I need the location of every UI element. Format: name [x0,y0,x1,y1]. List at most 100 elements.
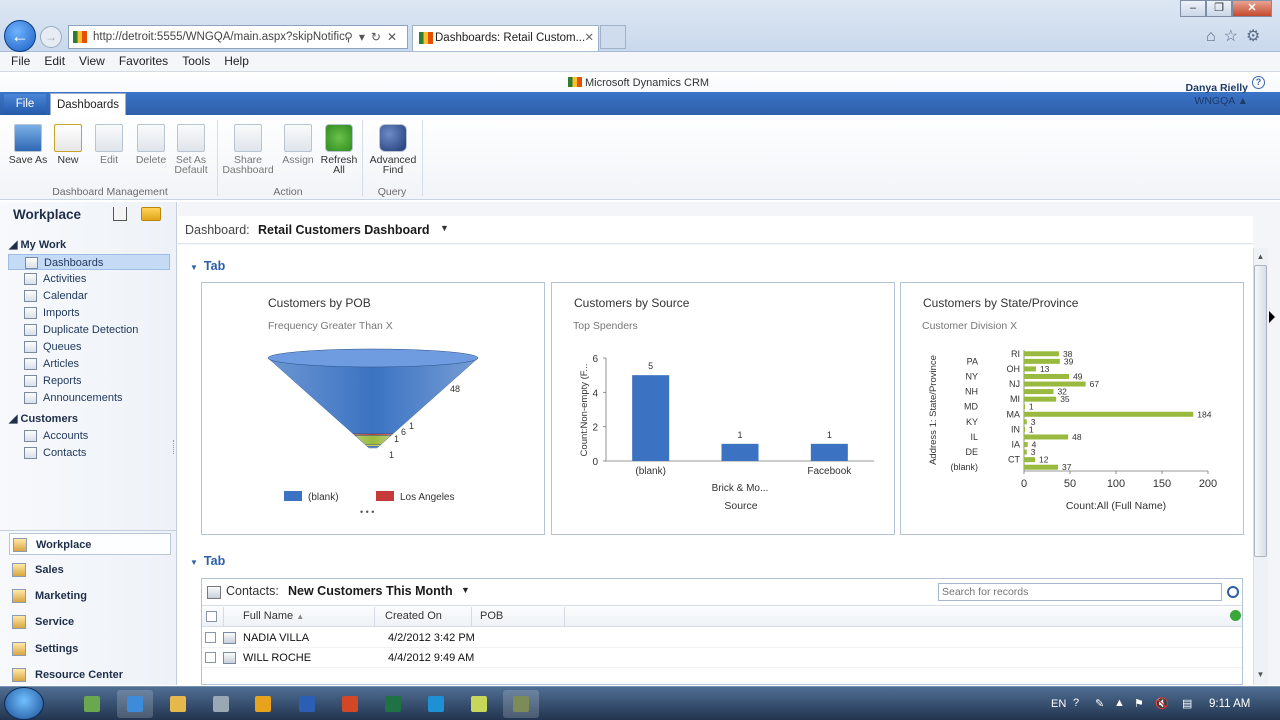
area-marketing[interactable]: Marketing [9,585,171,607]
menu-favorites[interactable]: Favorites [119,54,168,68]
chevron-down-icon[interactable]: ▼ [440,223,449,233]
taskbar-app-button[interactable] [332,690,368,718]
network-icon[interactable]: ▤ [1182,697,1194,710]
nav-item-calendar[interactable]: Calendar [24,288,170,304]
y-axis-label: Count:Non-empty (F... [579,364,590,457]
set-as-default-button[interactable]: Set As Default [170,124,212,175]
start-button-icon[interactable] [4,687,44,720]
nav-item-articles[interactable]: Articles [24,356,170,372]
row-checkbox[interactable] [205,652,216,663]
new-button[interactable]: New [47,124,89,165]
nav-splitter-handle[interactable] [173,440,177,454]
search-input[interactable] [938,583,1222,601]
nav-item-reports[interactable]: Reports [24,373,170,389]
y-tick-label: MD [964,402,978,412]
ribbon-tab-file[interactable]: File [4,94,46,115]
cell-full-name[interactable]: WILL ROCHE [243,652,311,664]
area-workplace[interactable]: Workplace [9,533,171,555]
taskbar-app-button[interactable] [375,690,411,718]
show-hidden-icon[interactable]: ▲ [1114,697,1126,709]
column-created-on[interactable]: Created On [385,610,442,622]
view-selector[interactable]: New Customers This Month [288,584,453,598]
help-icon[interactable]: ? [1252,76,1265,89]
clock[interactable]: 9:11 AM [1209,698,1250,710]
address-controls-icon[interactable]: ⚲▾↻✕ [344,26,403,48]
taskbar-app-button[interactable] [117,690,153,718]
area-settings[interactable]: Settings [9,638,171,660]
favorites-icon[interactable] [141,207,161,221]
taskbar-app-button[interactable] [74,690,110,718]
taskbar-app-button[interactable] [418,690,454,718]
advanced-find-button[interactable]: Advanced Find [367,124,419,175]
column-full-name[interactable]: Full Name ▲ [243,610,304,622]
back-arrow-icon[interactable]: ← [4,20,36,52]
scroll-down-icon[interactable]: ▼ [1254,668,1267,681]
taskbar-app-button[interactable] [461,690,497,718]
assign-button[interactable]: Assign [277,124,319,165]
area-resource-center[interactable]: Resource Center [9,664,171,686]
area-sales[interactable]: Sales [9,559,171,581]
row-checkbox[interactable] [205,632,216,643]
browser-tab-active[interactable]: Dashboards: Retail Custom... ✕ [412,25,599,51]
nav-item-announcements[interactable]: Announcements [24,390,170,406]
nav-item-activities[interactable]: Activities [24,271,170,287]
menu-help[interactable]: Help [224,54,249,68]
taskbar-app-button[interactable] [160,690,196,718]
refresh-all-button[interactable]: Refresh All [318,124,360,175]
help-tray-icon[interactable]: ? [1073,697,1085,709]
menu-edit[interactable]: Edit [44,54,65,68]
minimize-icon[interactable]: – [1180,0,1206,17]
edit-button[interactable]: Edit [88,124,130,165]
contact-record-icon [223,652,236,664]
taskbar-app-button[interactable] [245,690,281,718]
menu-view[interactable]: View [79,54,105,68]
taskbar-app-button[interactable] [203,690,239,718]
delete-button[interactable]: Delete [130,124,172,165]
tab-header-2[interactable]: ▼ Tab [190,554,225,568]
nav-item-contacts[interactable]: Contacts [24,445,170,461]
bar [1024,464,1059,470]
taskbar-app-button[interactable] [503,690,539,718]
taskbar-app-button[interactable] [289,690,325,718]
nav-section-customers[interactable]: ◢ Customers [9,412,78,425]
ribbon-tab-dashboards[interactable]: Dashboards [50,93,126,116]
tab-header-1[interactable]: ▼ Tab [190,259,225,273]
forward-arrow-icon[interactable]: → [40,26,62,48]
home-icon[interactable]: ⌂ [1206,28,1224,45]
table-row[interactable]: NADIA VILLA 4/2/2012 3:42 PM [202,628,1242,648]
volume-muted-icon[interactable]: 🔇 [1155,697,1169,710]
scroll-up-icon[interactable]: ▲ [1254,250,1267,263]
scrollbar-thumb[interactable] [1254,265,1267,557]
save-as-button[interactable]: Save As [7,124,49,165]
address-bar[interactable]: http://detroit:5555/WNGQA/main.aspx?skip… [68,25,408,49]
column-pob[interactable]: POB [480,610,503,622]
search-icon[interactable] [1227,586,1239,598]
notification-tray-icon[interactable]: ✎ [1095,697,1107,710]
nav-item-queues[interactable]: Queues [24,339,170,355]
nav-section-my-work[interactable]: ◢ My Work [9,238,66,251]
new-tab-button[interactable] [600,25,626,49]
nav-item-imports[interactable]: Imports [24,305,170,321]
nav-item-accounts[interactable]: Accounts [24,428,170,444]
area-service[interactable]: Service [9,611,171,633]
home-icon[interactable] [113,207,127,221]
refresh-list-icon[interactable] [1230,610,1241,621]
menu-file[interactable]: File [11,54,30,68]
nav-item-dashboards[interactable]: Dashboards [8,254,170,270]
dashboard-selector[interactable]: Retail Customers Dashboard [258,223,430,237]
menu-tools[interactable]: Tools [182,54,210,68]
language-indicator[interactable]: EN [1051,698,1066,710]
cell-full-name[interactable]: NADIA VILLA [243,632,309,644]
y-tick-label: IL [970,432,978,442]
gear-icon[interactable]: ⚙ [1246,28,1268,45]
table-row[interactable]: WILL ROCHE 4/4/2012 9:49 AM [202,648,1242,668]
close-tab-icon[interactable]: ✕ [584,26,594,50]
share-dashboard-button[interactable]: Share Dashboard [222,124,274,175]
close-window-icon[interactable]: ✕ [1232,0,1272,17]
restore-icon[interactable]: ❐ [1206,0,1232,17]
chevron-down-icon[interactable]: ▼ [461,585,470,595]
nav-item-duplicate-detection[interactable]: Duplicate Detection [24,322,170,338]
flag-icon[interactable]: ⚑ [1134,697,1146,710]
star-icon[interactable]: ☆ [1224,28,1246,45]
select-all-checkbox[interactable] [206,611,217,622]
